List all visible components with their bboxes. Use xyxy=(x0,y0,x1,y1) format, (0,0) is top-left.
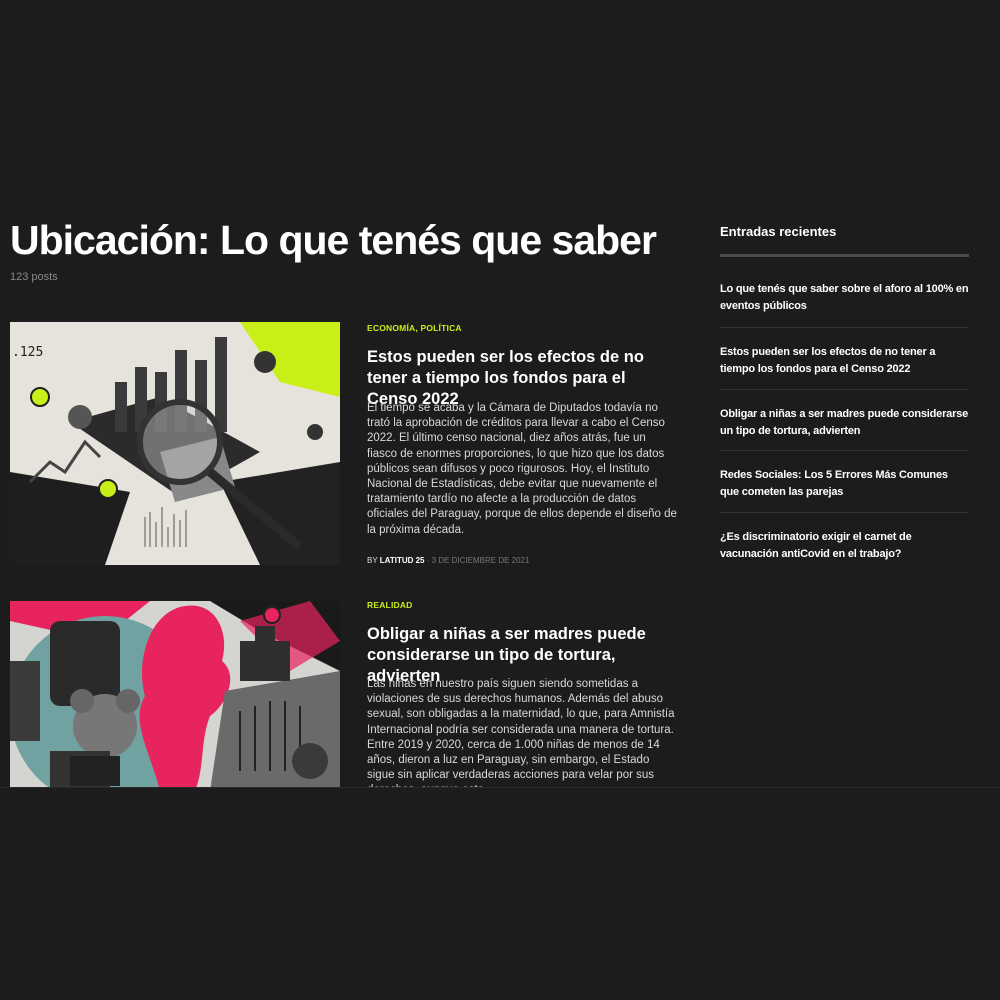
page-title: Ubicación: Lo que tenés que saber xyxy=(10,217,657,263)
recent-post-link[interactable]: Obligar a niñas a ser madres puede consi… xyxy=(720,406,969,440)
post-count: 123 posts xyxy=(10,271,58,283)
article-categories: ECONOMÍA, POLÍTICA xyxy=(367,323,462,333)
article-excerpt: El tiempo se acaba y la Cámara de Diputa… xyxy=(367,402,677,536)
list-item: Estos pueden ser los efectos de no tener… xyxy=(720,328,969,390)
byline-by: BY xyxy=(367,556,378,565)
girl-silhouette-collage-image xyxy=(10,601,340,791)
article-title-link[interactable]: Obligar a niñas a ser madres puede consi… xyxy=(367,625,646,685)
article-card: .125 ECONOMÍA, POLÍTICA Estos pueden ser… xyxy=(10,322,677,572)
category-separator: , xyxy=(415,323,418,333)
article-excerpt: Las niñas en nuestro país siguen siendo … xyxy=(367,678,675,796)
recent-post-link[interactable]: Lo que tenés que saber sobre el aforo al… xyxy=(720,281,969,315)
image-caption-text: .125 xyxy=(12,345,43,360)
article-categories: REALIDAD xyxy=(367,600,413,610)
author-link[interactable]: LATITUD 25 xyxy=(380,556,425,565)
list-item: ¿Es discriminatorio exigir el carnet de … xyxy=(720,513,969,575)
article-title-link[interactable]: Estos pueden ser los efectos de no tener… xyxy=(367,348,644,408)
recent-post-link[interactable]: Redes Sociales: Los 5 Errores Más Comune… xyxy=(720,467,969,501)
census-collage-image: .125 xyxy=(10,322,340,565)
article-date: 3 DE DICIEMBRE DE 2021 xyxy=(431,556,530,565)
page-footer-area xyxy=(0,788,1000,1000)
list-item: Redes Sociales: Los 5 Errores Más Comune… xyxy=(720,451,969,513)
category-link[interactable]: REALIDAD xyxy=(367,600,413,610)
sidebar-recent-posts: Entradas recientes Lo que tenés que sabe… xyxy=(720,224,969,574)
list-item: Obligar a niñas a ser madres puede consi… xyxy=(720,390,969,451)
article-thumbnail[interactable] xyxy=(10,601,340,791)
article-card: REALIDAD Obligar a niñas a ser madres pu… xyxy=(10,599,675,796)
category-link[interactable]: POLÍTICA xyxy=(420,323,461,333)
recent-post-link[interactable]: Estos pueden ser los efectos de no tener… xyxy=(720,344,969,378)
article-byline: BY LATITUD 25 · 3 DE DICIEMBRE DE 2021 xyxy=(367,556,530,565)
recent-posts-list: Lo que tenés que saber sobre el aforo al… xyxy=(720,257,969,574)
category-link[interactable]: ECONOMÍA xyxy=(367,323,415,333)
recent-post-link[interactable]: ¿Es discriminatorio exigir el carnet de … xyxy=(720,529,969,563)
sidebar-title: Entradas recientes xyxy=(720,224,969,257)
article-thumbnail[interactable]: .125 xyxy=(10,322,340,565)
list-item: Lo que tenés que saber sobre el aforo al… xyxy=(720,257,969,328)
